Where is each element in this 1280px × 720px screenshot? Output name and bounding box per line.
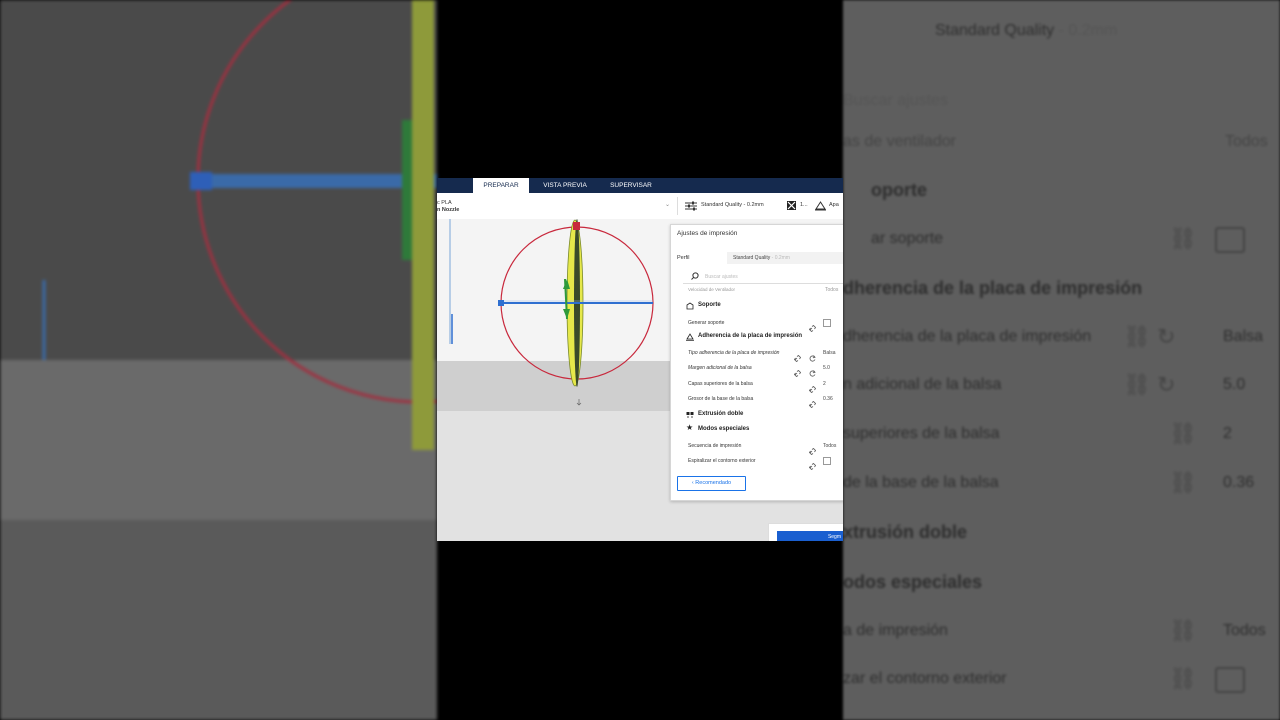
blurred-link-icon: ⛓ — [1169, 618, 1197, 643]
reset-icon[interactable] — [809, 349, 816, 362]
section-adhesion[interactable]: Adherencia de la placa de impresión — [698, 333, 802, 339]
link-icon[interactable] — [808, 442, 817, 456]
setting-raft-margin: Margen adicional de la balsa — [688, 365, 752, 371]
blurred-generate-support: ar soporte — [871, 230, 944, 247]
raft-base-thickness-value[interactable]: 0.36 — [823, 396, 833, 402]
link-icon[interactable] — [808, 380, 817, 394]
adhesion-icon — [815, 201, 826, 211]
section-special-modes[interactable]: Modos especiales — [698, 426, 749, 432]
generate-support-checkbox[interactable] — [823, 319, 831, 327]
search-icon — [691, 272, 699, 280]
blurred-link-icon: ⛓ — [1169, 470, 1197, 495]
blurred-print-sequence: a de impresión — [843, 622, 948, 639]
adhesion-section-icon — [686, 333, 694, 341]
setting-raft-base-thickness: Grosor de la base de la balsa — [688, 396, 754, 402]
tab-preparar[interactable]: PREPARAR — [473, 178, 529, 193]
blurred-spiralize: zar el contorno exterior — [843, 670, 1007, 687]
chevron-down-icon[interactable]: ⌄ — [665, 201, 670, 208]
link-icon[interactable] — [793, 364, 802, 378]
partial-setting-row: Velocidad de Ventilador — [688, 287, 736, 292]
section-dual-extrusion[interactable]: Extrusión doble — [698, 411, 743, 417]
blurred-raft-top-value: 2 — [1223, 425, 1232, 442]
setting-generate-support: Generar soporte — [688, 320, 725, 326]
right-blurred-background: Standard Quality - 0.2mm Buscar ajustes … — [843, 0, 1280, 720]
adhesion-value[interactable]: Apa — [829, 202, 839, 208]
blurred-raft-base: de la base de la balsa — [843, 474, 999, 491]
setting-adhesion-type: Tipo adherencia de la placa de impresión — [688, 350, 780, 356]
toolbar: c PLA n Nozzle ⌄ Standard Quality - 0.2m… — [437, 193, 843, 220]
support-icon — [787, 201, 796, 210]
sliders-icon — [685, 201, 697, 211]
app-window: PREPARAR VISTA PREVIA SUPERVISAR c PLA n… — [437, 178, 843, 541]
adhesion-type-value[interactable]: Balsa — [823, 350, 836, 356]
blurred-link-icon: ⛓ — [1169, 226, 1197, 251]
blurred-raft-base-value: 0.36 — [1223, 474, 1255, 491]
blurred-link-icon: ⛓ — [1169, 421, 1197, 446]
blurred-raft-top: superiores de la balsa — [843, 425, 1000, 442]
print-settings-panel: Ajustes de impresión Perfil Standard Qua… — [670, 224, 843, 501]
profile-label: Perfil — [677, 255, 690, 261]
slice-button[interactable]: Segm — [777, 531, 843, 541]
star-icon: ★ — [686, 423, 694, 432]
link-icon[interactable] — [808, 319, 817, 333]
blurred-quality: Standard Quality - 0.2mm — [935, 22, 1118, 39]
blurred-checkbox — [1215, 667, 1245, 693]
blurred-raft-margin: n adicional de la balsa — [843, 376, 1002, 393]
blurred-raft-margin-value: 5.0 — [1223, 376, 1246, 393]
link-icon[interactable] — [808, 395, 817, 409]
setting-raft-top-layers: Capas superiores de la balsa — [688, 381, 753, 387]
section-support[interactable]: Soporte — [698, 302, 721, 308]
link-icon[interactable] — [808, 457, 817, 471]
spiralize-checkbox[interactable] — [823, 457, 831, 465]
blurred-support-header: oporte — [871, 180, 927, 200]
blurred-fan: as de ventilador — [843, 133, 956, 150]
blurred-adhesion-type: dherencia de la placa de impresión — [843, 328, 1092, 345]
blurred-link-icon: ⛓ ↻ — [1123, 324, 1176, 349]
blurred-special-header: odos especiales — [843, 572, 983, 592]
blurred-search: Buscar ajustes — [843, 92, 948, 109]
setting-print-sequence: Secuencia de impresión — [688, 443, 742, 449]
blurred-dual-header: xtrusión doble — [843, 522, 968, 542]
toolbar-divider — [677, 197, 678, 215]
blurred-link-icon: ⛓ — [1169, 666, 1197, 691]
raft-top-layers-value[interactable]: 2 — [823, 381, 826, 387]
dual-extrusion-icon — [686, 412, 694, 418]
settings-search-input[interactable]: Buscar ajustes — [683, 271, 843, 284]
blurred-fan-value: Todos — [1225, 133, 1268, 150]
tab-supervisar[interactable]: SUPERVISAR — [603, 178, 659, 193]
left-blurred-background — [0, 0, 437, 720]
nozzle-label[interactable]: n Nozzle — [437, 207, 459, 213]
partial-setting-value: Todos — [825, 287, 839, 293]
blurred-adhesion-value: Balsa — [1223, 328, 1264, 345]
link-icon[interactable] — [793, 349, 802, 363]
blurred-adhesion-header: dherencia de la placa de impresión — [843, 278, 1143, 298]
support-value[interactable]: 1... — [800, 202, 808, 208]
search-placeholder: Buscar ajustes — [705, 274, 738, 280]
quality-selector[interactable]: Standard Quality - 0.2mm — [701, 202, 764, 208]
blurred-checkbox — [1215, 227, 1245, 253]
setting-spiralize: Espiralizar el contorno exterior — [688, 458, 756, 464]
tab-vista-previa[interactable]: VISTA PREVIA — [537, 178, 593, 193]
blurred-print-sequence-value: Todos — [1223, 622, 1266, 639]
print-sequence-value[interactable]: Todos — [823, 443, 836, 449]
reset-icon[interactable] — [809, 364, 816, 377]
recommended-button[interactable]: ‹ Recomendado — [677, 476, 746, 491]
blurred-link-icon: ⛓ ↻ — [1123, 372, 1176, 397]
material-label[interactable]: c PLA — [437, 200, 452, 206]
blurred-rotate-gizmo — [42, 0, 437, 450]
raft-margin-value[interactable]: 5.0 — [823, 365, 830, 371]
support-section-icon — [686, 302, 694, 310]
top-navigation: PREPARAR VISTA PREVIA SUPERVISAR — [437, 178, 843, 193]
profile-selector[interactable]: Standard Quality - 0.2mm — [727, 252, 843, 264]
panel-title: Ajustes de impresión — [677, 230, 738, 237]
